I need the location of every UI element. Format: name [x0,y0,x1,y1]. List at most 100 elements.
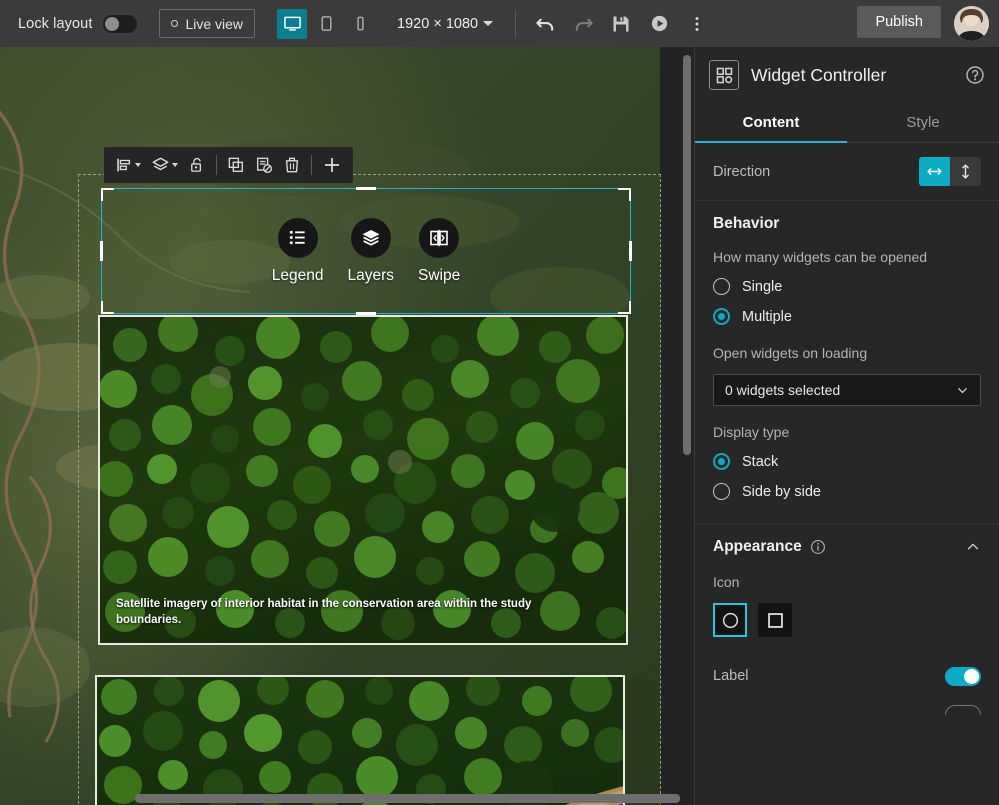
unlock-icon [188,156,206,174]
unlock-button[interactable] [183,150,211,180]
swipe-split-icon [428,227,450,249]
square-icon [766,611,785,630]
canvas-widget-swipe[interactable]: Swipe [418,218,460,285]
resize-handle-top-left[interactable] [101,188,114,201]
duplicate-icon [227,156,245,174]
add-widget-button[interactable] [317,150,347,180]
behavior-title: Behavior [713,215,981,233]
radio-stack-control[interactable] [713,453,730,470]
resize-handle-left[interactable] [100,241,103,261]
legend-list-icon [287,227,308,248]
chevron-down-icon [956,384,969,397]
label-toggle-row: Label [713,659,981,693]
arrow-vertical-icon [957,163,974,180]
tab-content[interactable]: Content [695,103,847,142]
chevron-up-icon[interactable] [965,539,981,555]
user-avatar[interactable] [954,6,989,41]
resize-handle-top[interactable] [356,187,376,190]
layers-stack-icon [360,227,382,249]
label-toggle[interactable] [945,667,981,686]
icon-choice-circle[interactable] [713,603,747,637]
device-desktop-button[interactable] [277,9,307,39]
live-view-button[interactable]: Live view [159,9,255,38]
resize-handle-bottom[interactable] [356,312,376,315]
canvas-widget-legend-label: Legend [272,267,324,285]
disable-edit-icon [255,156,273,174]
align-icon [115,156,133,174]
design-canvas[interactable]: Satellite imagery of interior habitat in… [0,47,694,805]
image-card-forest-road[interactable] [95,675,625,805]
tablet-icon [317,14,336,33]
appearance-header: Appearance [713,538,981,556]
behavior-section: Behavior How many widgets can be opened … [695,201,999,524]
panel-title: Widget Controller [751,65,953,86]
open-widgets-select[interactable]: 0 widgets selected [713,374,981,406]
lock-layout-toggle[interactable] [103,15,137,33]
undo-icon [535,13,556,34]
top-toolbar: Lock layout Live view [0,0,999,47]
direction-toggle-group [919,157,981,186]
image-card-interior-habitat[interactable]: Satellite imagery of interior habitat in… [98,315,628,645]
history-actions [528,7,714,41]
canvas-horizontal-scrollbar[interactable] [135,794,680,803]
appearance-section: Appearance Icon [695,524,999,725]
preview-button[interactable] [642,7,676,41]
direction-vertical-button[interactable] [950,157,981,186]
resize-handle-bottom-right[interactable] [618,301,631,314]
save-button[interactable] [604,7,638,41]
app-root: Lock layout Live view [0,0,999,805]
duplicate-button[interactable] [222,150,250,180]
resize-handle-right[interactable] [629,241,632,261]
canvas-widget-legend[interactable]: Legend [272,218,324,285]
radio-side-by-side[interactable]: Side by side [713,483,981,500]
how-many-label: How many widgets can be opened [713,249,981,265]
canvas-widget-layers[interactable]: Layers [347,218,394,285]
help-circle-icon[interactable] [965,65,985,85]
toolbar-separator [216,155,217,175]
redo-button[interactable] [566,7,600,41]
screen-size-dropdown[interactable]: 1920 × 1080 [397,16,493,32]
display-type-label: Display type [713,424,981,440]
radio-multiple-control[interactable] [713,308,730,325]
canvas-vertical-scrollbar[interactable] [683,55,691,455]
tab-style[interactable]: Style [847,103,999,142]
appearance-title: Appearance [713,538,802,556]
circle-icon [721,611,740,630]
panel-header: Widget Controller [695,47,999,103]
more-options-button[interactable] [680,7,714,41]
direction-row: Direction [695,143,999,201]
canvas-widget-layers-label: Layers [347,267,394,285]
live-view-dot-icon [171,20,178,27]
arrange-layers-button[interactable] [146,150,183,180]
direction-horizontal-button[interactable] [919,157,950,186]
panel-tabs: Content Style [695,103,999,143]
align-button[interactable] [110,150,146,180]
toolbar-divider [515,11,516,37]
radio-single-control[interactable] [713,278,730,295]
undo-button[interactable] [528,7,562,41]
resize-handle-top-right[interactable] [618,188,631,201]
next-setting-partial[interactable] [945,705,981,715]
info-circle-icon[interactable] [810,539,826,555]
widget-context-toolbar [104,147,353,183]
swipe-icon-wrap [419,218,459,258]
resize-handle-bottom-left[interactable] [101,301,114,314]
device-phone-button[interactable] [345,9,375,39]
icon-choice-square[interactable] [758,603,792,637]
publish-button[interactable]: Publish [857,6,941,38]
label-row-label: Label [713,668,945,684]
delete-button[interactable] [278,150,306,180]
selected-widget-frame[interactable]: Legend Layers [101,188,631,314]
radio-stack[interactable]: Stack [713,453,981,470]
align-chevron-down-icon [135,163,141,167]
radio-multiple[interactable]: Multiple [713,308,981,325]
redo-icon [573,13,594,34]
direction-label: Direction [713,164,919,180]
radio-single[interactable]: Single [713,278,981,295]
settings-panel: Widget Controller Content Style Directio… [694,47,999,805]
save-icon [611,14,631,34]
radio-side-by-side-control[interactable] [713,483,730,500]
disable-edit-button[interactable] [250,150,278,180]
device-tablet-button[interactable] [311,9,341,39]
radio-side-by-side-label: Side by side [742,484,821,500]
